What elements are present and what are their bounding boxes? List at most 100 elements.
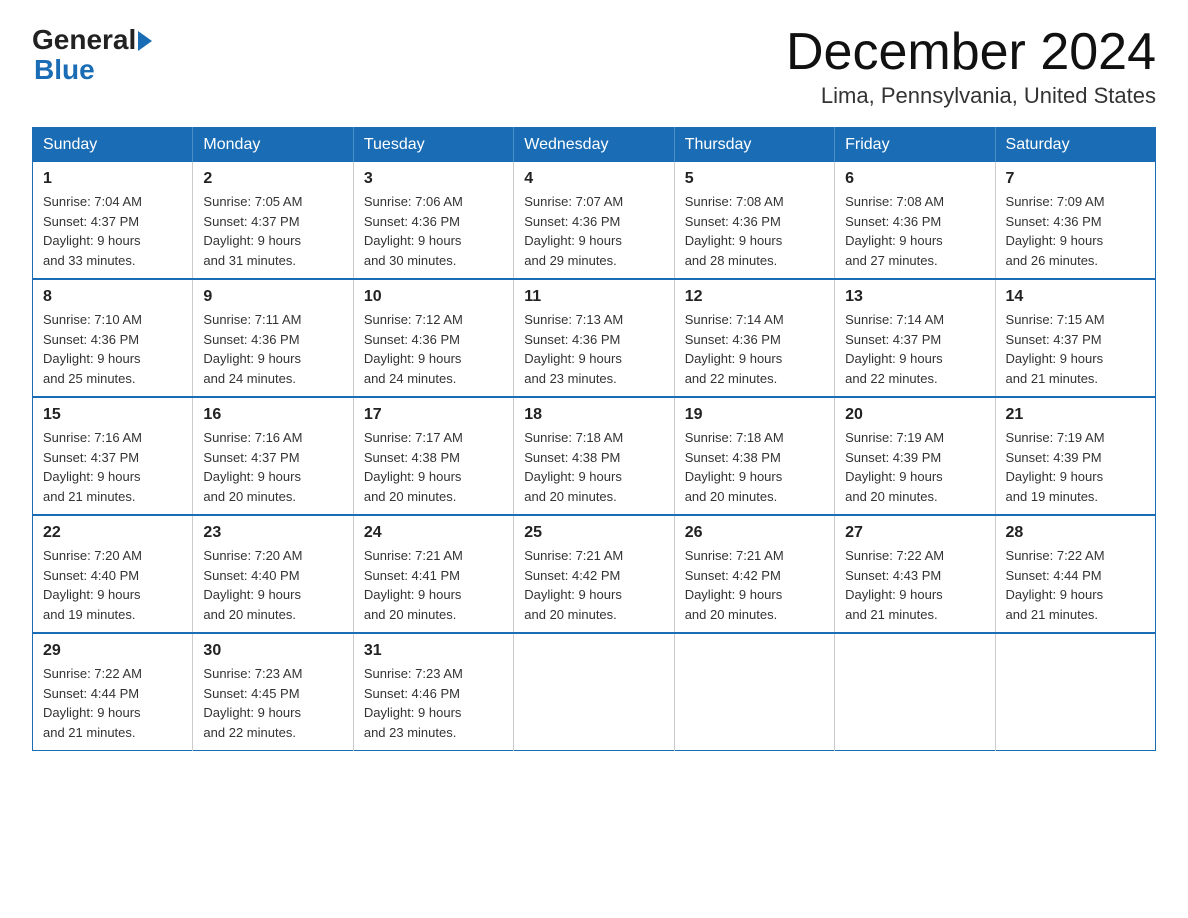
calendar-cell: 5Sunrise: 7:08 AMSunset: 4:36 PMDaylight…	[674, 162, 834, 279]
calendar-cell: 15Sunrise: 7:16 AMSunset: 4:37 PMDayligh…	[33, 397, 193, 515]
calendar-cell: 27 Sunrise: 7:22 AMSunset: 4:43 PMDayligh…	[835, 515, 995, 633]
day-info: Sunrise: 7:21 AMSunset: 4:41 PMDaylight:…	[364, 546, 503, 624]
day-info: Sunrise: 7:08 AMSunset: 4:36 PMDaylight:…	[845, 192, 984, 270]
calendar-cell: 29 Sunrise: 7:22 AMSunset: 4:44 PMDayligh…	[33, 633, 193, 751]
logo-general-text: General	[32, 24, 136, 56]
day-info: Sunrise: 7:16 AMSunset: 4:37 PMDaylight:…	[203, 428, 342, 506]
day-info: Sunrise: 7:23 AMSunset: 4:46 PMDaylight:…	[364, 664, 503, 742]
day-number: 17	[364, 406, 503, 424]
column-header-tuesday: Tuesday	[353, 128, 513, 163]
day-number: 26	[685, 524, 824, 542]
calendar-cell	[514, 633, 674, 751]
calendar-cell: 21 Sunrise: 7:19 AMSunset: 4:39 PMDayligh…	[995, 397, 1155, 515]
day-number: 9	[203, 288, 342, 306]
calendar-table: SundayMondayTuesdayWednesdayThursdayFrid…	[32, 127, 1156, 751]
day-number: 25	[524, 524, 663, 542]
day-info: Sunrise: 7:09 AMSunset: 4:36 PMDaylight:…	[1006, 192, 1145, 270]
calendar-cell: 1 Sunrise: 7:04 AMSunset: 4:37 PMDaylight…	[33, 162, 193, 279]
day-number: 7	[1006, 170, 1145, 188]
calendar-cell: 20 Sunrise: 7:19 AMSunset: 4:39 PMDayligh…	[835, 397, 995, 515]
calendar-cell: 13Sunrise: 7:14 AMSunset: 4:37 PMDayligh…	[835, 279, 995, 397]
day-info: Sunrise: 7:05 AMSunset: 4:37 PMDaylight:…	[203, 192, 342, 270]
month-title: December 2024	[786, 24, 1156, 81]
column-header-thursday: Thursday	[674, 128, 834, 163]
day-number: 27	[845, 524, 984, 542]
day-number: 2	[203, 170, 342, 188]
day-info: Sunrise: 7:04 AMSunset: 4:37 PMDaylight:…	[43, 192, 182, 270]
day-number: 23	[203, 524, 342, 542]
day-number: 29	[43, 642, 182, 660]
day-info: Sunrise: 7:18 AMSunset: 4:38 PMDaylight:…	[685, 428, 824, 506]
day-info: Sunrise: 7:08 AMSunset: 4:36 PMDaylight:…	[685, 192, 824, 270]
day-number: 10	[364, 288, 503, 306]
day-info: Sunrise: 7:19 AMSunset: 4:39 PMDaylight:…	[1006, 428, 1145, 506]
day-number: 18	[524, 406, 663, 424]
logo-arrow-icon	[138, 31, 152, 51]
calendar-cell: 17 Sunrise: 7:17 AMSunset: 4:38 PMDayligh…	[353, 397, 513, 515]
calendar-cell: 26Sunrise: 7:21 AMSunset: 4:42 PMDayligh…	[674, 515, 834, 633]
calendar-cell: 8Sunrise: 7:10 AMSunset: 4:36 PMDaylight…	[33, 279, 193, 397]
calendar-cell: 19 Sunrise: 7:18 AMSunset: 4:38 PMDayligh…	[674, 397, 834, 515]
day-number: 16	[203, 406, 342, 424]
day-info: Sunrise: 7:16 AMSunset: 4:37 PMDaylight:…	[43, 428, 182, 506]
calendar-cell: 12 Sunrise: 7:14 AMSunset: 4:36 PMDayligh…	[674, 279, 834, 397]
day-number: 19	[685, 406, 824, 424]
day-info: Sunrise: 7:06 AMSunset: 4:36 PMDaylight:…	[364, 192, 503, 270]
calendar-cell	[674, 633, 834, 751]
logo-blue-text: Blue	[34, 56, 95, 84]
day-number: 12	[685, 288, 824, 306]
day-info: Sunrise: 7:20 AMSunset: 4:40 PMDaylight:…	[43, 546, 182, 624]
title-area: December 2024 Lima, Pennsylvania, United…	[786, 24, 1156, 109]
calendar-week-row: 29 Sunrise: 7:22 AMSunset: 4:44 PMDayligh…	[33, 633, 1156, 751]
logo: General Blue	[32, 24, 152, 84]
location-subtitle: Lima, Pennsylvania, United States	[786, 83, 1156, 109]
day-info: Sunrise: 7:10 AMSunset: 4:36 PMDaylight:…	[43, 310, 182, 388]
calendar-cell: 7 Sunrise: 7:09 AMSunset: 4:36 PMDaylight…	[995, 162, 1155, 279]
day-number: 11	[524, 288, 663, 306]
calendar-header-row: SundayMondayTuesdayWednesdayThursdayFrid…	[33, 128, 1156, 163]
calendar-cell: 25Sunrise: 7:21 AMSunset: 4:42 PMDayligh…	[514, 515, 674, 633]
column-header-wednesday: Wednesday	[514, 128, 674, 163]
calendar-cell: 3Sunrise: 7:06 AMSunset: 4:36 PMDaylight…	[353, 162, 513, 279]
calendar-week-row: 22Sunrise: 7:20 AMSunset: 4:40 PMDayligh…	[33, 515, 1156, 633]
day-number: 6	[845, 170, 984, 188]
day-info: Sunrise: 7:14 AMSunset: 4:36 PMDaylight:…	[685, 310, 824, 388]
calendar-cell	[835, 633, 995, 751]
day-info: Sunrise: 7:13 AMSunset: 4:36 PMDaylight:…	[524, 310, 663, 388]
day-info: Sunrise: 7:17 AMSunset: 4:38 PMDaylight:…	[364, 428, 503, 506]
day-info: Sunrise: 7:20 AMSunset: 4:40 PMDaylight:…	[203, 546, 342, 624]
calendar-cell: 10 Sunrise: 7:12 AMSunset: 4:36 PMDayligh…	[353, 279, 513, 397]
calendar-cell: 4 Sunrise: 7:07 AMSunset: 4:36 PMDaylight…	[514, 162, 674, 279]
day-info: Sunrise: 7:15 AMSunset: 4:37 PMDaylight:…	[1006, 310, 1145, 388]
day-info: Sunrise: 7:22 AMSunset: 4:44 PMDaylight:…	[1006, 546, 1145, 624]
calendar-week-row: 15Sunrise: 7:16 AMSunset: 4:37 PMDayligh…	[33, 397, 1156, 515]
column-header-saturday: Saturday	[995, 128, 1155, 163]
day-info: Sunrise: 7:22 AMSunset: 4:44 PMDaylight:…	[43, 664, 182, 742]
calendar-cell: 6 Sunrise: 7:08 AMSunset: 4:36 PMDaylight…	[835, 162, 995, 279]
calendar-cell: 11 Sunrise: 7:13 AMSunset: 4:36 PMDayligh…	[514, 279, 674, 397]
day-info: Sunrise: 7:23 AMSunset: 4:45 PMDaylight:…	[203, 664, 342, 742]
day-number: 28	[1006, 524, 1145, 542]
day-info: Sunrise: 7:11 AMSunset: 4:36 PMDaylight:…	[203, 310, 342, 388]
day-number: 24	[364, 524, 503, 542]
calendar-cell	[995, 633, 1155, 751]
calendar-cell: 16 Sunrise: 7:16 AMSunset: 4:37 PMDayligh…	[193, 397, 353, 515]
day-number: 30	[203, 642, 342, 660]
day-info: Sunrise: 7:19 AMSunset: 4:39 PMDaylight:…	[845, 428, 984, 506]
calendar-cell: 2 Sunrise: 7:05 AMSunset: 4:37 PMDaylight…	[193, 162, 353, 279]
calendar-week-row: 1 Sunrise: 7:04 AMSunset: 4:37 PMDaylight…	[33, 162, 1156, 279]
page-header: General Blue December 2024 Lima, Pennsyl…	[32, 24, 1156, 109]
day-number: 21	[1006, 406, 1145, 424]
day-info: Sunrise: 7:07 AMSunset: 4:36 PMDaylight:…	[524, 192, 663, 270]
day-info: Sunrise: 7:22 AMSunset: 4:43 PMDaylight:…	[845, 546, 984, 624]
day-number: 20	[845, 406, 984, 424]
day-info: Sunrise: 7:18 AMSunset: 4:38 PMDaylight:…	[524, 428, 663, 506]
day-info: Sunrise: 7:12 AMSunset: 4:36 PMDaylight:…	[364, 310, 503, 388]
day-number: 4	[524, 170, 663, 188]
calendar-cell: 24 Sunrise: 7:21 AMSunset: 4:41 PMDayligh…	[353, 515, 513, 633]
calendar-cell: 31Sunrise: 7:23 AMSunset: 4:46 PMDayligh…	[353, 633, 513, 751]
day-info: Sunrise: 7:14 AMSunset: 4:37 PMDaylight:…	[845, 310, 984, 388]
day-number: 1	[43, 170, 182, 188]
calendar-cell: 28 Sunrise: 7:22 AMSunset: 4:44 PMDayligh…	[995, 515, 1155, 633]
calendar-cell: 22Sunrise: 7:20 AMSunset: 4:40 PMDayligh…	[33, 515, 193, 633]
